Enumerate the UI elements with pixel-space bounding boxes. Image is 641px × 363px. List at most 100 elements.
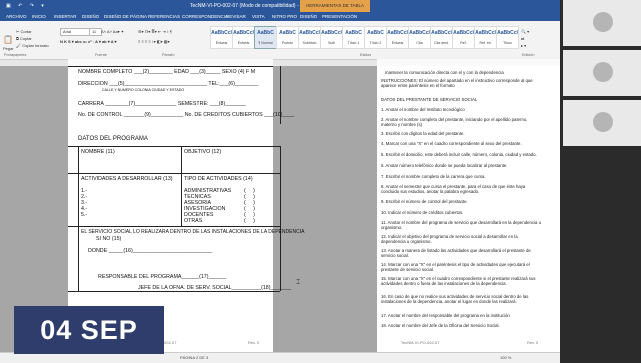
tab-referencias[interactable]: REFERENCIAS <box>148 14 180 19</box>
paragraph-align-buttons[interactable]: ≡ ≡ ≡ ≡ ↕▾ ◧▾ ▦▾ <box>138 39 170 44</box>
cut-button[interactable]: ✂ Cortar <box>16 29 32 34</box>
tab-diseno-pagina[interactable]: DISEÑO DE PÁGINA <box>104 14 147 19</box>
right-item-7: 7. Escribir el nombre completo de la car… <box>381 174 486 179</box>
style-4[interactable]: AaBbCcI Subtítulo <box>298 26 321 49</box>
style-8[interactable]: AaBbCcI Énfasis <box>386 26 409 49</box>
style-0[interactable]: AaBbCcI Énfasis <box>210 26 233 49</box>
tab-presentacion[interactable]: PRESENTACIÓN <box>322 14 357 19</box>
responsable-field: RESPONSABLE DEL PROGRAMA______(17)______ <box>98 274 227 280</box>
style-2-name: ¶ Normal <box>258 41 273 45</box>
text-cursor-icon: ⌶ <box>296 279 301 286</box>
paste-icon[interactable]: 📋 <box>3 35 13 44</box>
quick-access-toolbar[interactable]: ▣ ↶ ↷ ▾ <box>6 3 47 9</box>
right-item-1: 1. Anotar el nombre del Instituto tecnol… <box>381 107 465 112</box>
actividades-label: ACTIVIDADES A DESARROLLAR (13) <box>81 176 173 182</box>
style-5-name: Sutil <box>328 41 335 45</box>
font-name-box[interactable]: Arial <box>60 28 90 36</box>
style-10-sample: AaBbCcI <box>431 30 452 36</box>
style-9-name: Cita <box>416 41 423 45</box>
table-divider <box>181 146 182 226</box>
font-format-buttons[interactable]: N K S ▾ abc x₂ x² · A ▾ ab ▾ A ▾ <box>60 39 117 44</box>
replace-button[interactable]: ⇄ <box>521 36 524 41</box>
style-3[interactable]: AaBbC Puesto <box>276 26 299 49</box>
tab-insertar[interactable]: INSERTAR <box>54 14 76 19</box>
tab-vista[interactable]: VISTA <box>252 14 265 19</box>
style-5[interactable]: AaBbCcI Sutil <box>320 26 343 49</box>
tipo-checkboxes: ( ) ( ) ( ) ( ) ( ) ( ) <box>244 188 255 224</box>
nombre-programa-label: NOMBRE (11) <box>81 149 115 155</box>
style-8-name: Énfasis <box>391 41 404 45</box>
date-badge: 04 SEP <box>14 306 164 354</box>
tab-diseno[interactable]: DISEÑO <box>82 14 99 19</box>
right-item-11: 11. Anotar el nombre del programa de ser… <box>381 220 541 231</box>
tab-correspondencia[interactable]: CORRESPONDENCIA <box>182 14 228 19</box>
instrucciones: INSTRUCCIONES: El número del apartado en… <box>381 78 533 89</box>
field-nombre: NOMBRE COMPLETO ___(2)________ EDAD ___(… <box>78 69 256 75</box>
style-12-name: Ref. int. <box>479 41 492 45</box>
style-1-sample: AaBbCcI <box>233 30 254 36</box>
jefe-field: JEFE DE LA OFNA. DE SERV. SOCIAL________… <box>138 285 292 291</box>
copy-button[interactable]: ⧉ Copiar <box>16 36 32 41</box>
style-5-sample: AaBbCcI <box>321 30 342 36</box>
right-item-3: 3. Escribir con dígitos la edad del pres… <box>381 131 465 136</box>
right-item-12: 12. Indicar el objetivo del programa de … <box>381 234 518 245</box>
table-top <box>68 146 280 147</box>
style-3-name: Puesto <box>282 41 293 45</box>
right-item-15: 15. Marcar con una "X" en el cuadro corr… <box>381 276 536 287</box>
style-6-sample: AaBbC <box>345 30 362 36</box>
right-item-14: 14. Marcar con una "X" en el paréntesis … <box>381 262 530 273</box>
paragraph-list-buttons[interactable]: ☰▾ ☷▾ ≣▾ ⇤ ⇥ ↕ ¶ <box>138 29 172 34</box>
table-mid2 <box>68 226 280 227</box>
paste-button[interactable]: Pegar <box>3 46 14 51</box>
style-4-name: Subtítulo <box>302 41 317 45</box>
style-11[interactable]: AaBbCcI Ref. <box>452 26 475 49</box>
style-2[interactable]: AaBbC ¶ Normal <box>254 26 277 49</box>
right-item-5: 5. Escribir el domicilio, este deberá in… <box>381 152 537 157</box>
style-7-name: Título 2 <box>369 41 382 45</box>
group-styles: Estilos <box>360 53 372 57</box>
group-paragraph: Párrafo <box>162 53 175 57</box>
participant-tile-3 <box>563 100 641 146</box>
tab-archivo[interactable]: ARCHIVO <box>6 14 27 19</box>
table-tools-tab[interactable]: HERRAMIENTAS DE TABLA <box>300 0 371 12</box>
field-direccion: DIRECCION ___(5)________________________… <box>78 81 259 87</box>
style-13[interactable]: AaBbCcI Título <box>496 26 519 49</box>
right-line0: mantener la comunicación directa con el … <box>385 70 504 75</box>
style-6[interactable]: AaBbC Título 1 <box>342 26 365 49</box>
ribbon: 📋 Pegar ✂ Cortar ⧉ Copiar 🖌 Copiar forma… <box>0 21 560 60</box>
format-painter-label: Copiar formato <box>22 43 49 48</box>
style-10[interactable]: AaBbCcI Cita dest. <box>430 26 453 49</box>
style-12-sample: AaBbCcI <box>475 30 496 36</box>
table-bottom <box>68 291 280 292</box>
donde-field: DONDE _____(16)_________________________… <box>88 248 213 254</box>
style-7[interactable]: AaBbC Título 2 <box>364 26 387 49</box>
style-10-name: Cita dest. <box>434 41 449 45</box>
right-item-10: 10. Indicar el número de créditos cubier… <box>381 210 464 215</box>
style-11-name: Ref. <box>460 41 467 45</box>
page-count[interactable]: PÁGINA 2 DE 3 <box>180 355 208 360</box>
right-border <box>280 66 281 124</box>
style-9[interactable]: AaBbCcI Cita <box>408 26 431 49</box>
font-size-buttons[interactable]: A˄ A˅ Aa▾ ✦ <box>101 29 124 34</box>
objetivo-label: OBJETIVO (12) <box>184 149 222 155</box>
tab-nitro[interactable]: NITRO PRO <box>272 14 297 19</box>
table-right <box>280 146 281 291</box>
right-item-18: 18. Anotar el nombre del Jefe de la Ofic… <box>381 323 500 328</box>
right-footer-code: TecNM-VI-PO-002-07 <box>401 340 440 345</box>
group-editing: Edición <box>522 53 535 57</box>
right-item-16: 16. En caso de que no realice sus activi… <box>381 294 529 305</box>
find-button[interactable]: 🔍 ▾ <box>521 29 529 34</box>
page-right[interactable]: mantener la comunicación directa con el … <box>377 66 560 352</box>
format-painter-button[interactable]: 🖌 Copiar formato <box>16 43 49 48</box>
participant-tile-2 <box>563 50 641 96</box>
tab-inicio[interactable]: INICIO <box>32 14 46 19</box>
field-direccion-sub: CALLE Y NUMERO COLONIA CIUDAD Y ESTADO <box>102 88 185 92</box>
tab-revisar[interactable]: REVISAR <box>226 14 246 19</box>
select-button[interactable]: ▸ ▾ <box>521 43 526 48</box>
style-12[interactable]: AaBbCcI Ref. int. <box>474 26 497 49</box>
servicio-social-line: EL SERVICIO SOCIAL LO REALIZARA DENTRO D… <box>81 229 305 235</box>
style-1[interactable]: AaBbCcI Énfasis <box>232 26 255 49</box>
tab-diseno-tabla[interactable]: DISEÑO <box>300 14 317 19</box>
zoom-level[interactable]: 100 % <box>500 355 511 360</box>
ribbon-tabs: ARCHIVO INICIO INSERTAR DISEÑO DISEÑO DE… <box>0 12 560 21</box>
